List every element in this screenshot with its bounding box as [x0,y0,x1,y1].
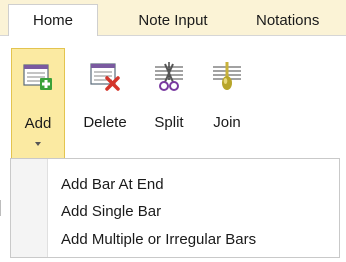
menu-item-add-bar-at-end[interactable]: Add Bar At End [11,171,339,199]
bars-group: Add Delete Split Join [5,48,255,160]
tab-note-input[interactable]: Note Input [118,6,228,36]
split-bar-button[interactable]: Split [143,48,195,160]
split-bar-icon [153,60,185,92]
join-button-label: Join [213,114,241,131]
menu-item-label: Add Bar At End [61,176,164,193]
delete-bar-icon [89,60,121,92]
delete-button-label: Delete [83,114,127,131]
window-edge [0,200,5,216]
delete-bar-button[interactable]: Delete [75,48,135,160]
add-button-label: Add [24,115,52,132]
join-bar-button[interactable]: Join [201,48,253,160]
menu-item-add-single-bar[interactable]: Add Single Bar [11,198,339,226]
add-bar-icon [22,61,54,93]
add-bar-button[interactable]: Add [11,48,65,160]
menu-item-add-multiple-bars[interactable]: Add Multiple or Irregular Bars [11,226,339,254]
join-bar-icon [211,60,243,92]
split-button-label: Split [154,114,184,131]
tab-home[interactable]: Home [8,4,98,37]
tab-notations[interactable]: Notations [256,6,346,36]
ribbon-tab-strip: Home Note Input Notations [0,0,346,37]
menu-item-label: Add Multiple or Irregular Bars [61,231,257,248]
ribbon-panel: Add Delete Split Join [0,36,346,168]
add-bar-dropdown-menu: Add Bar At End Add Single Bar Add Multip… [10,158,340,258]
menu-item-label: Add Single Bar [61,203,162,220]
chevron-down-icon [35,142,41,146]
